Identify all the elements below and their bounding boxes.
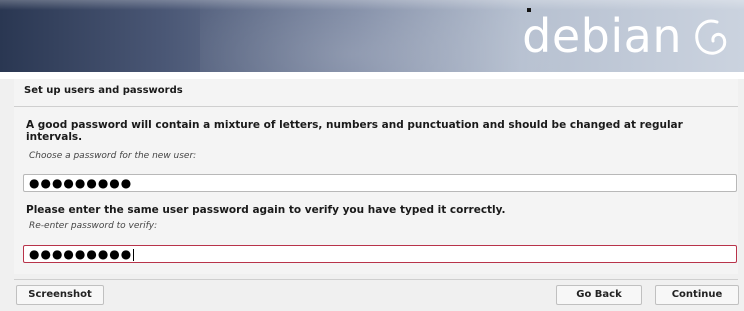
installer-window: debian Set up users and passwords A good… <box>0 0 744 311</box>
verify-input-value: ●●●●●●●●● <box>29 247 133 261</box>
verify-password-input[interactable]: ●●●●●●●●● <box>23 245 737 263</box>
header-strip <box>0 72 744 79</box>
verify-instruction: Please enter the same user password agai… <box>26 204 506 216</box>
go-back-button[interactable]: Go Back <box>556 285 642 305</box>
debian-logo-text: debian <box>522 9 682 63</box>
password-input[interactable]: ●●●●●●●●● <box>23 174 737 192</box>
title-divider <box>14 106 738 107</box>
verify-prompt: Re-enter password to verify: <box>29 221 158 231</box>
page-title: Set up users and passwords <box>24 85 183 96</box>
screenshot-button[interactable]: Screenshot <box>16 285 104 305</box>
footer-divider <box>14 279 738 280</box>
continue-button[interactable]: Continue <box>655 285 739 305</box>
debian-swirl-icon <box>695 19 727 55</box>
password-instruction: A good password will contain a mixture o… <box>26 119 683 143</box>
debian-banner: debian <box>0 0 744 72</box>
password-input-value: ●●●●●●●●● <box>29 176 133 190</box>
password-prompt: Choose a password for the new user: <box>29 151 197 161</box>
text-caret <box>133 248 135 261</box>
